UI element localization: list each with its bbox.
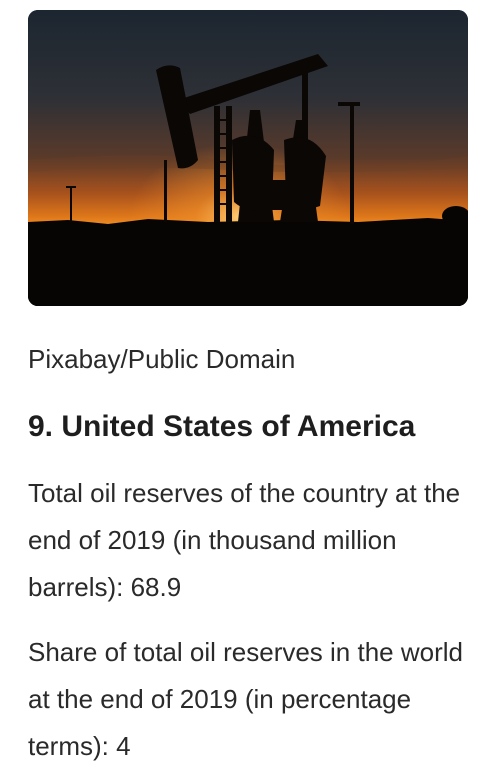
oil-pump-photo (28, 10, 468, 306)
reserves-paragraph: Total oil reserves of the country at the… (28, 478, 461, 602)
share-paragraph: Share of total oil reserves in the world… (28, 637, 463, 761)
image-credit: Pixabay/Public Domain (28, 344, 296, 374)
section-heading: 9. United States of America (28, 410, 416, 443)
oil-pump-sunset-image (28, 10, 468, 306)
